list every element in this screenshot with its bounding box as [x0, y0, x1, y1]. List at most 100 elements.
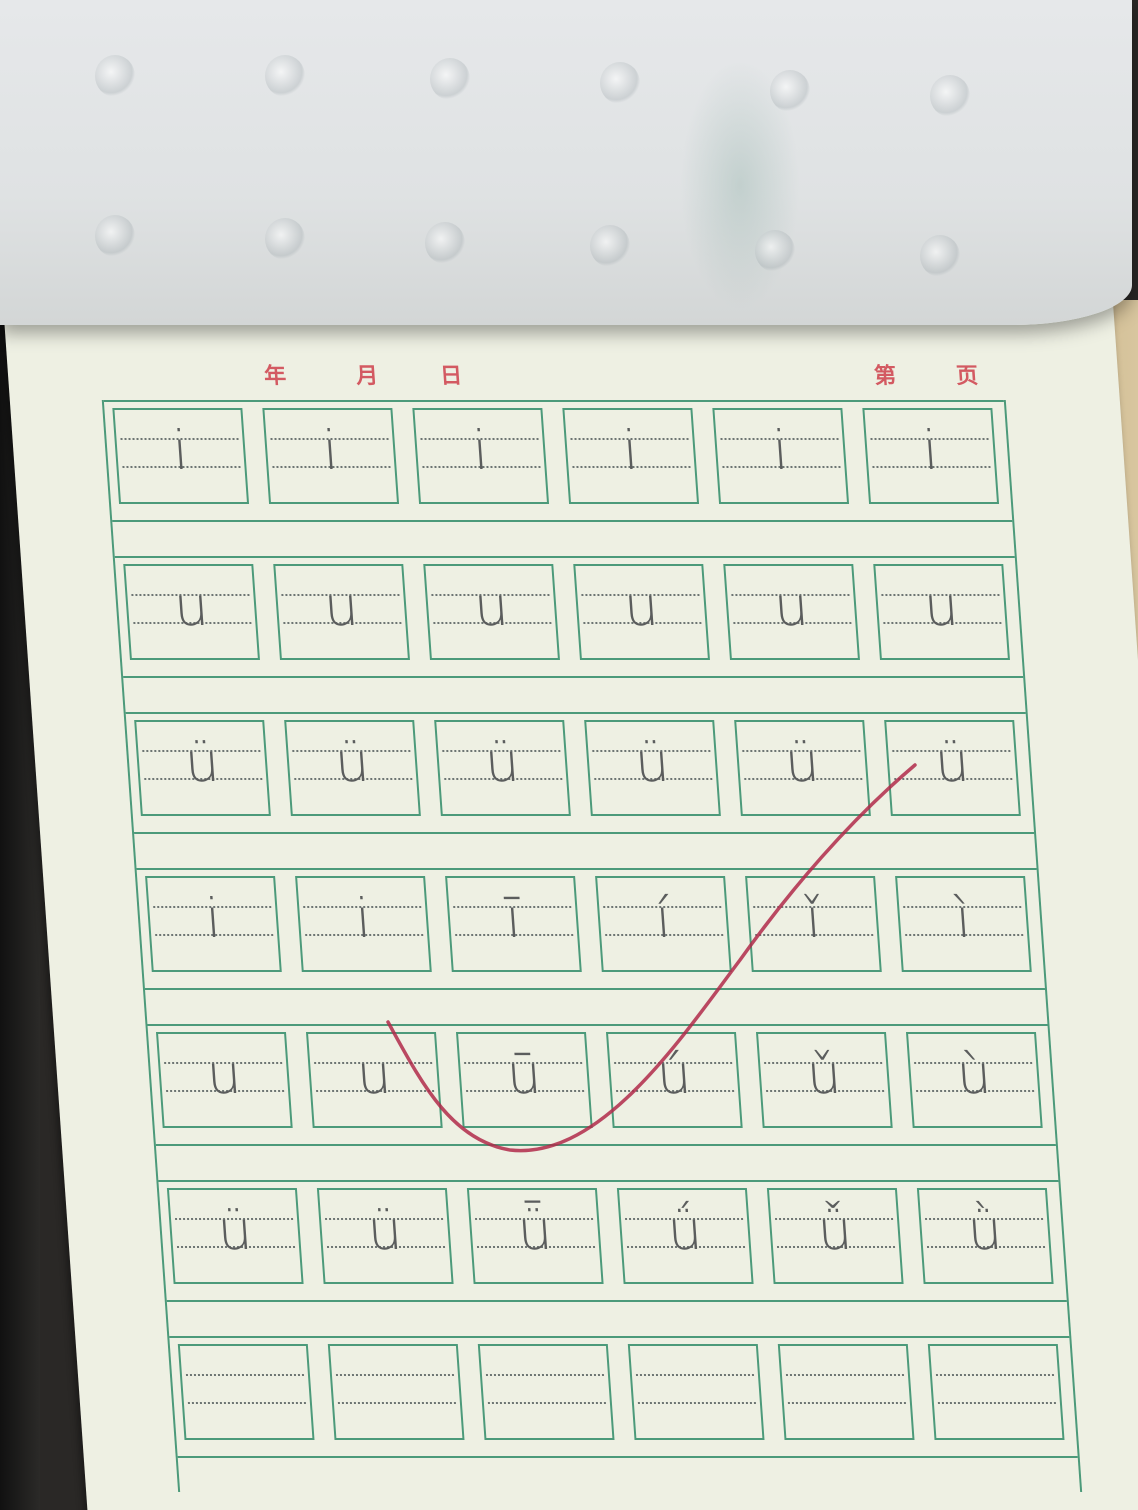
grid-row: uuuuuu: [114, 556, 1024, 678]
handwritten-letter: u: [354, 1043, 394, 1106]
handwritten-letter: ü: [215, 1199, 255, 1262]
handwritten-letter: í: [653, 887, 673, 950]
pinyin-cell: i: [862, 408, 1000, 504]
dotted-guide-line: [187, 1402, 306, 1404]
pinyin-cell: ü: [316, 1188, 454, 1284]
pinyin-cell: ü: [434, 720, 571, 816]
handwritten-letter: i: [353, 887, 373, 950]
dotted-guide-line: [787, 1402, 906, 1404]
pinyin-cell: i: [562, 408, 700, 504]
dotted-guide-line: [487, 1402, 606, 1404]
pinyin-cell: u: [573, 564, 710, 660]
dotted-guide-line: [635, 1374, 755, 1376]
embossed-mark: [600, 62, 640, 104]
handwritten-letter: i: [620, 419, 641, 482]
pinyin-cell: i: [112, 408, 250, 504]
page-header: 年 月 日 第 页: [7, 358, 1119, 389]
pinyin-cell: ü: [884, 720, 1021, 816]
handwritten-letter: ì: [953, 887, 973, 950]
month-label: 月: [355, 364, 380, 389]
pinyin-cell: ü: [734, 720, 871, 816]
pinyin-cell: [327, 1344, 465, 1440]
handwritten-letter: ū: [504, 1043, 544, 1106]
pinyin-cell: i: [145, 876, 282, 972]
pinyin-cell: [627, 1344, 765, 1440]
embossed-mark: [770, 70, 810, 112]
pinyin-cell: ù: [905, 1032, 1043, 1128]
handwritten-letter: u: [171, 575, 211, 638]
embossed-mark: [265, 55, 305, 97]
handwritten-letter: u: [621, 575, 661, 638]
dotted-guide-line: [785, 1374, 905, 1376]
pinyin-cell: ǔ: [755, 1032, 893, 1128]
handwritten-letter: ǐ: [803, 887, 823, 950]
handwritten-letter: i: [920, 419, 941, 482]
pinyin-cell: [927, 1344, 1065, 1440]
embossed-mark: [425, 222, 465, 264]
handwritten-letter: ü: [365, 1199, 405, 1262]
folded-back-page: [0, 0, 1132, 325]
handwritten-letter: i: [203, 887, 223, 950]
pinyin-cell: [177, 1344, 315, 1440]
handwritten-letter: i: [320, 419, 341, 482]
dotted-guide-line: [937, 1402, 1056, 1404]
embossed-mark: [590, 225, 630, 267]
pinyin-cell: ü: [166, 1188, 304, 1284]
pinyin-cell: í: [595, 876, 732, 972]
grid-row: üüüüüü: [125, 712, 1035, 834]
grid-row: iiiiii: [103, 400, 1013, 522]
pinyin-cell: [477, 1344, 615, 1440]
dotted-guide-line: [935, 1374, 1055, 1376]
handwritten-letter: u: [321, 575, 361, 638]
embossed-mark: [920, 235, 960, 277]
pinyin-cell: ǚ: [766, 1188, 904, 1284]
pinyin-cell: u: [873, 564, 1010, 660]
handwritten-letter: ǔ: [804, 1043, 844, 1106]
handwritten-letter: ü: [782, 731, 822, 794]
handwritten-letter: i: [770, 419, 791, 482]
pinyin-cell: i: [412, 408, 550, 504]
embossed-mark: [95, 55, 135, 97]
year-label: 年: [263, 364, 288, 389]
handwritten-letter: ǚ: [815, 1199, 855, 1262]
handwritten-letter: ù: [954, 1043, 994, 1106]
embossed-mark: [265, 218, 305, 260]
pinyin-cell: ì: [895, 876, 1032, 972]
handwritten-letter: ú: [654, 1043, 694, 1106]
pinyin-cell: u: [273, 564, 410, 660]
dotted-guide-line: [337, 1402, 456, 1404]
handwritten-letter: u: [471, 575, 511, 638]
pinyin-cell: ü: [284, 720, 421, 816]
pinyin-cell: ú: [605, 1032, 743, 1128]
pinyin-cell: i: [262, 408, 400, 504]
pinyin-cell: u: [723, 564, 860, 660]
pinyin-cell: ǐ: [745, 876, 882, 972]
pinyin-cell: u: [305, 1032, 443, 1128]
dotted-guide-line: [185, 1374, 305, 1376]
embossed-mark: [755, 230, 795, 272]
notebook-page: 年 月 日 第 页 i i i i i i u u u u u u ü ü ü ü ü ü i i ī í ǐ ì u u ū ú ǔ ù…: [0, 260, 1138, 1510]
grid-row: [169, 1336, 1078, 1458]
handwritten-letter: ü: [932, 731, 972, 794]
pinyin-cell: u: [123, 564, 260, 660]
handwritten-letter: ü: [482, 731, 522, 794]
handwritten-letter: ü: [182, 731, 222, 794]
pinyin-cell: i: [712, 408, 850, 504]
grid-row: uuūúǔù: [147, 1024, 1056, 1146]
handwritten-letter: ī: [503, 887, 523, 950]
handwritten-letter: ǘ: [665, 1199, 705, 1262]
dotted-guide-line: [637, 1402, 756, 1404]
grid-row: iiīíǐì: [136, 868, 1046, 990]
handwritten-letter: i: [170, 419, 191, 482]
handwritten-letter: u: [204, 1043, 244, 1106]
pinyin-cell: ǜ: [916, 1188, 1054, 1284]
dotted-guide-line: [485, 1374, 605, 1376]
pinyin-cell: ī: [445, 876, 582, 972]
grid-row: ü ü ǖ ǘ ǚǜ: [158, 1180, 1067, 1302]
handwritten-letter: ǖ: [515, 1199, 555, 1262]
embossed-mark: [430, 58, 470, 100]
handwritten-letter: ü: [332, 731, 372, 794]
pinyin-practice-grid: i i i i i i u u u u u u ü ü ü ü ü ü i i ī í ǐ ì u u ū ú ǔ ù ü ü ǖ ǘ ǚ ǜ: [101, 400, 1083, 1492]
pinyin-cell: ū: [455, 1032, 593, 1128]
page-suffix-label: 页: [955, 364, 980, 389]
